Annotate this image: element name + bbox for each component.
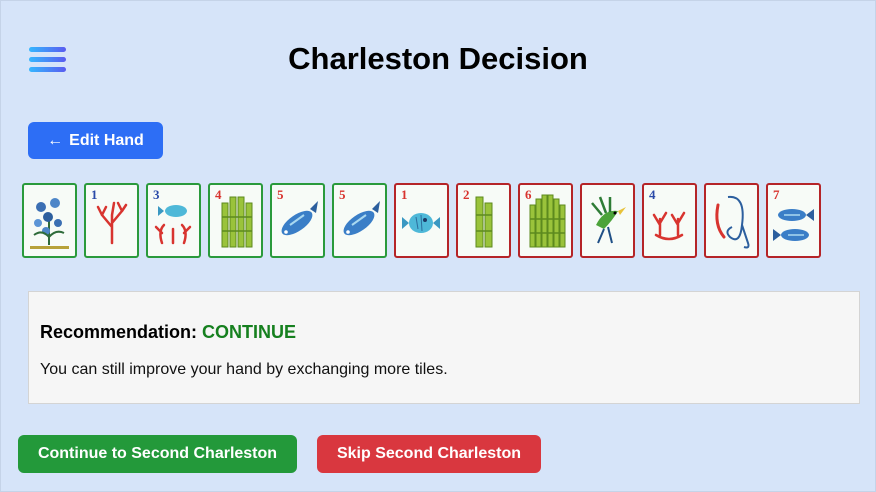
hand-tiles: 1 3 4 5 5 1 2 6 4 7: [22, 183, 872, 258]
two-fish-icon: [773, 209, 814, 241]
tile-fish-5[interactable]: 5: [270, 183, 325, 258]
fish-icon: [281, 201, 318, 236]
tile-round-fish-1[interactable]: 1: [394, 183, 449, 258]
tile-bamboo-4[interactable]: 4: [208, 183, 263, 258]
edit-hand-button[interactable]: ← Edit Hand: [28, 122, 163, 159]
left-arrow-icon: ←: [47, 131, 64, 149]
tile-fishing-hook[interactable]: [704, 183, 759, 258]
bird-icon: [591, 196, 626, 244]
bamboo-icon: [529, 194, 566, 248]
tile-bamboo-2[interactable]: 2: [456, 183, 511, 258]
recommendation-label: Recommendation:: [40, 322, 198, 342]
tile-fish-5[interactable]: 5: [332, 183, 387, 258]
coral-fish-icon: [154, 205, 192, 245]
recommendation-heading: Recommendation: CONTINUE: [40, 322, 296, 343]
recommendation-panel: Recommendation: CONTINUE You can still i…: [28, 291, 860, 404]
tile-flower[interactable]: [22, 183, 77, 258]
tile-bamboo-6[interactable]: 6: [518, 183, 573, 258]
recommendation-description: You can still improve your hand by excha…: [40, 361, 448, 378]
round-fish-icon: [402, 213, 440, 233]
tile-coral-fish-3[interactable]: 3: [146, 183, 201, 258]
tile-two-fish-7[interactable]: 7: [766, 183, 821, 258]
continue-second-charleston-button[interactable]: Continue to Second Charleston: [18, 435, 297, 473]
fish-icon: [343, 201, 380, 236]
coral-icon: [96, 201, 128, 245]
recommendation-value: CONTINUE: [202, 322, 297, 342]
page-title: Charleston Decision: [288, 41, 588, 76]
flower-plant-icon: [30, 198, 69, 249]
edit-hand-label: Edit Hand: [69, 131, 144, 149]
tile-coral-4[interactable]: 4: [642, 183, 697, 258]
tile-coral-1[interactable]: 1: [84, 183, 139, 258]
tile-bird[interactable]: [580, 183, 635, 258]
coral-icon: [652, 211, 686, 241]
bamboo-icon: [475, 196, 493, 248]
fishing-hook-icon: [715, 195, 750, 249]
skip-second-charleston-button[interactable]: Skip Second Charleston: [317, 435, 541, 473]
bamboo-icon: [221, 196, 253, 248]
